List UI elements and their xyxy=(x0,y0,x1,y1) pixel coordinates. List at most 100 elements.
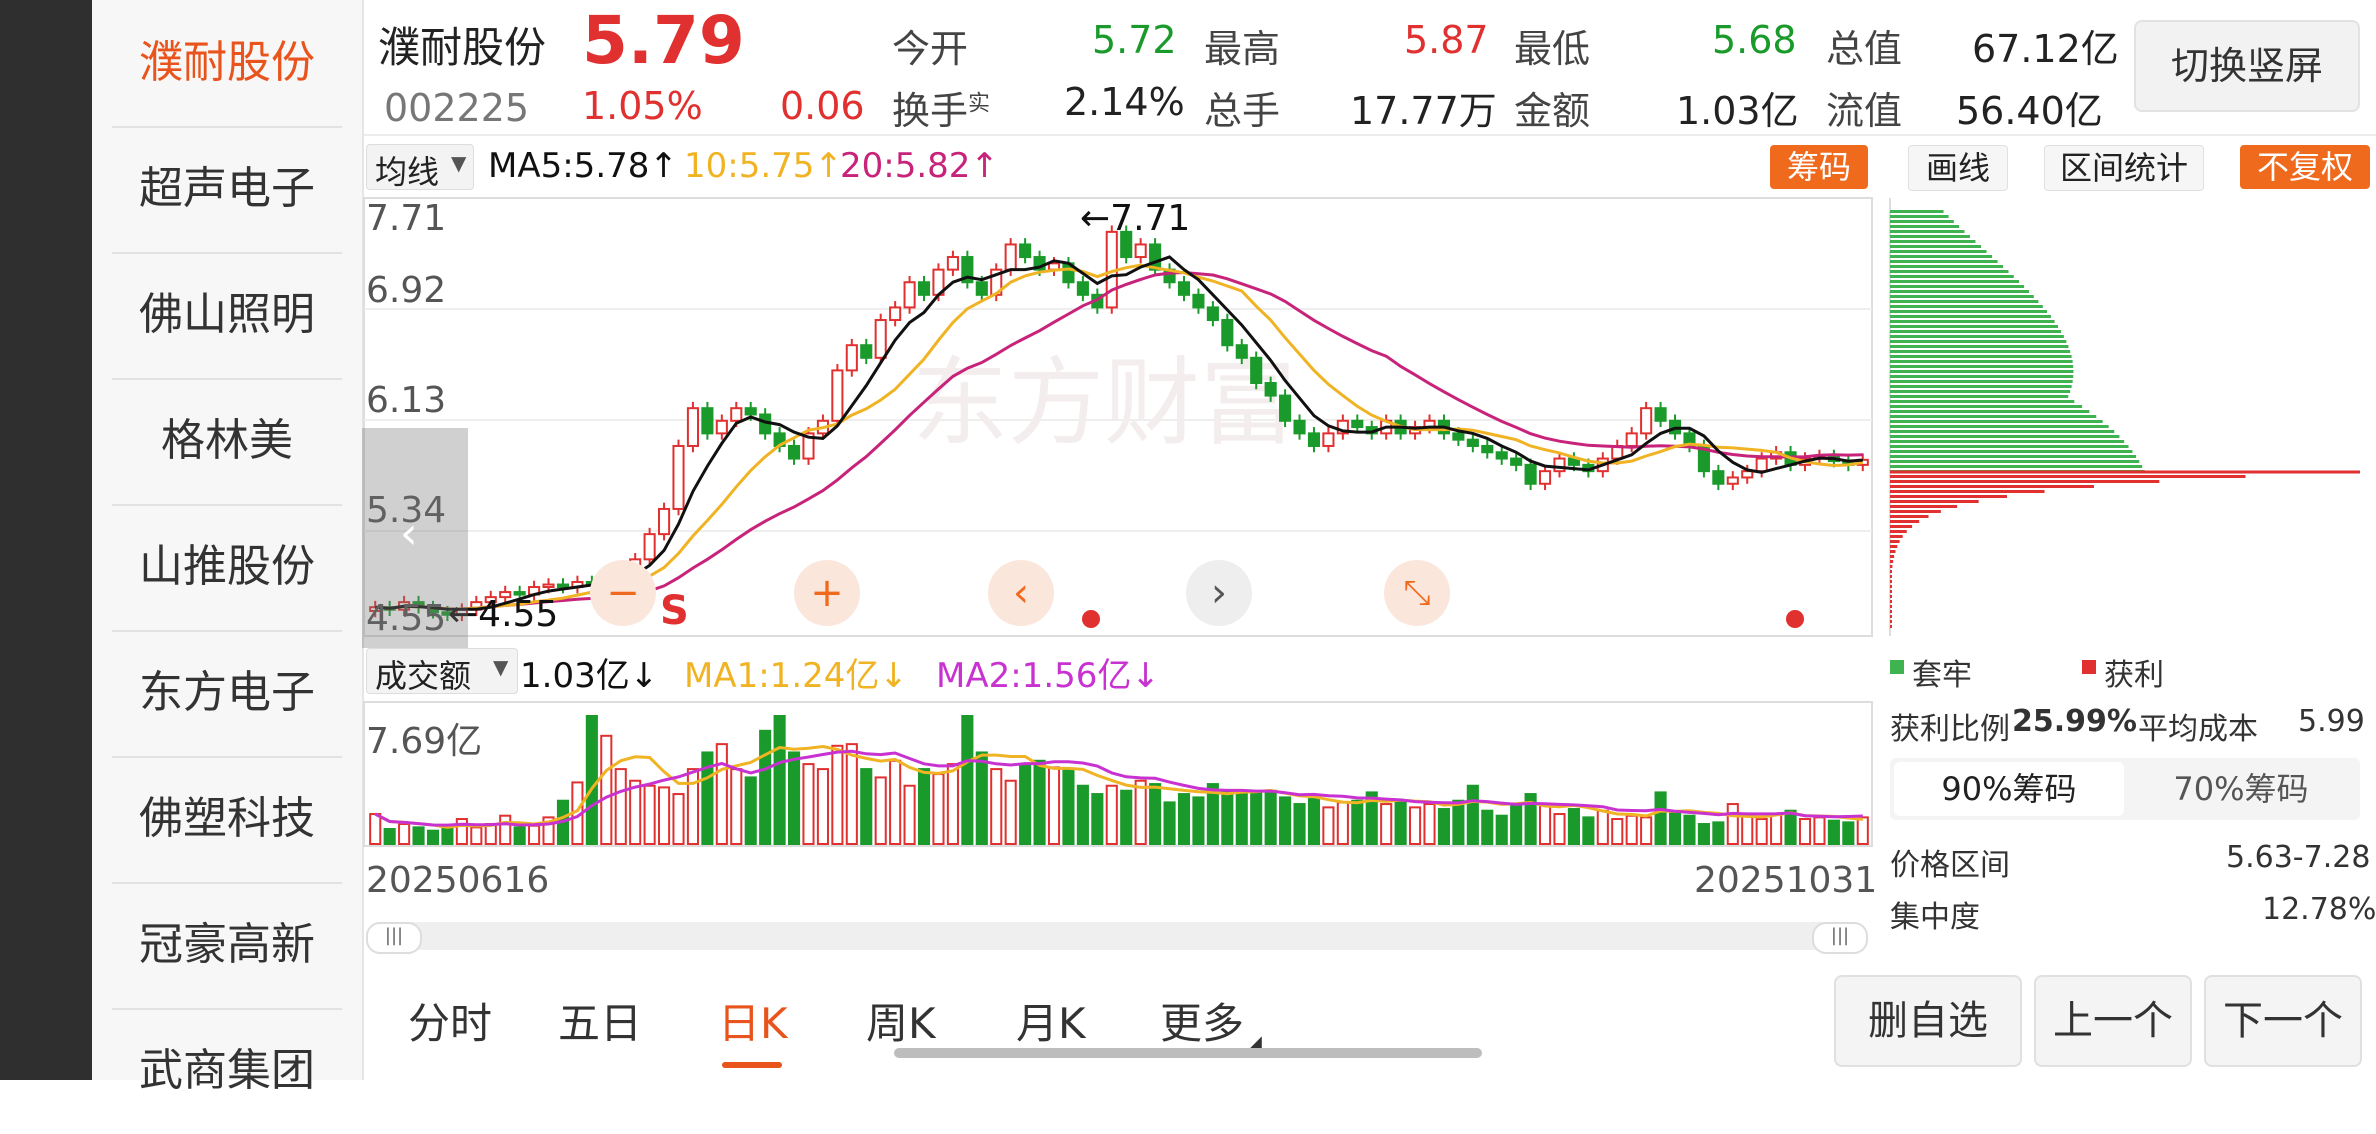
chip-tab-group: 90%筹码 70%筹码 xyxy=(1890,758,2360,820)
candle xyxy=(730,407,743,422)
draw-line-button[interactable]: 画线 xyxy=(1908,145,2008,191)
tab-intraday[interactable]: 分时 xyxy=(408,990,492,1051)
scroll-left-button[interactable]: ‹ xyxy=(988,560,1054,626)
volume-indicator-select[interactable]: 成交额 ▼ xyxy=(366,648,518,695)
chip-bar xyxy=(1890,395,2069,398)
volume-bar xyxy=(1307,798,1321,845)
volume-bar xyxy=(1279,796,1292,845)
candle xyxy=(1177,281,1191,296)
chip-bar xyxy=(1890,250,1987,253)
volume-bar xyxy=(860,768,873,845)
chart-scroll-left-handle[interactable]: ‹ xyxy=(362,428,468,648)
volume-bar xyxy=(1250,791,1263,845)
chip-bar xyxy=(1890,275,2014,278)
chip-bar xyxy=(1890,375,2074,378)
chip-bar xyxy=(1890,435,2120,438)
range-stats-button[interactable]: 区间统计 xyxy=(2044,145,2204,191)
candle xyxy=(1524,463,1537,485)
no-adjust-button[interactable]: 不复权 xyxy=(2240,145,2370,189)
trapped-legend-swatch xyxy=(1890,660,1904,674)
chip-bar xyxy=(1890,450,2133,453)
volume-bar xyxy=(1076,784,1089,845)
candle xyxy=(701,407,714,435)
volume-bar xyxy=(932,773,945,845)
low-label: 最低 xyxy=(1514,27,1591,71)
volume-bar xyxy=(499,814,512,846)
volume-ma1-line xyxy=(374,744,1863,829)
sidebar-item-8[interactable]: 冠豪高新 xyxy=(112,882,342,1010)
chip-bar xyxy=(1890,415,2097,418)
candle xyxy=(845,344,858,372)
chip-bar xyxy=(1890,360,2073,363)
zoom-out-button[interactable]: − xyxy=(590,560,656,626)
chip-tab-70[interactable]: 70%筹码 xyxy=(2126,762,2356,816)
sidebar-item-3[interactable]: 佛山照明 xyxy=(112,252,342,380)
tab-more[interactable]: 更多 xyxy=(1160,990,1244,1051)
stock-change-percent: 1.05% xyxy=(582,84,703,128)
zoom-in-button[interactable]: + xyxy=(794,560,860,626)
previous-button[interactable]: 上一个 xyxy=(2034,975,2192,1067)
chip-bars xyxy=(1890,210,2246,628)
indicator-select[interactable]: 均线 ▼ xyxy=(366,144,474,191)
volume-bar xyxy=(816,768,829,845)
chip-bar xyxy=(1890,585,1892,588)
tab-monthly-k[interactable]: 月K xyxy=(1016,990,1086,1051)
price-range-value: 5.63-7.28 xyxy=(2226,840,2371,875)
chip-bar xyxy=(1890,475,2246,478)
ma2-readout: MA2:1.56亿↓ xyxy=(936,648,1160,697)
chip-bar xyxy=(1890,540,1900,543)
ma1-text: MA1:1.24亿 xyxy=(684,656,880,696)
chip-bar xyxy=(1890,515,1929,518)
chip-button[interactable]: 筹码 xyxy=(1770,145,1868,189)
chip-bar xyxy=(1890,425,2109,428)
max-price-marker: ←7.71 xyxy=(1080,198,1191,239)
candle xyxy=(1076,281,1089,296)
avg-cost-label: 平均成本 xyxy=(2138,712,2258,747)
volume-chart[interactable] xyxy=(362,700,1874,848)
grip-right-icon[interactable]: ||| xyxy=(1812,922,1868,954)
profit-ratio-label: 获利比例 xyxy=(1890,712,2010,747)
candle xyxy=(1279,394,1292,422)
tab-weekly-k[interactable]: 周K xyxy=(866,990,936,1051)
collapse-icon[interactable]: ⤡ xyxy=(1384,560,1450,626)
volume-bar xyxy=(658,786,671,845)
volume-indicator-label: 成交额 xyxy=(375,657,472,695)
sidebar-item-9[interactable]: 武商集团 xyxy=(112,1008,342,1134)
volume-bar xyxy=(600,734,613,845)
kline-chart[interactable]: 东方财富 xyxy=(362,196,1874,638)
switch-portrait-button[interactable]: 切换竖屏 xyxy=(2134,20,2360,112)
avg-cost-value: 5.99 xyxy=(2298,704,2365,739)
volume-bar xyxy=(1654,791,1667,845)
volume-bar xyxy=(1149,783,1162,846)
dropdown-icon: ▼ xyxy=(493,655,509,679)
sidebar-item-1[interactable]: 濮耐股份 xyxy=(112,0,342,128)
chip-bar xyxy=(1890,505,1958,508)
remove-watchlist-button[interactable]: 删自选 xyxy=(1834,975,2022,1067)
sidebar-item-2[interactable]: 超声电子 xyxy=(112,126,342,254)
chip-bar xyxy=(1890,305,2043,308)
tab-five-day[interactable]: 五日 xyxy=(558,990,642,1051)
grip-left-icon[interactable]: ||| xyxy=(366,922,422,954)
time-range-scrollbar[interactable]: ||| ||| xyxy=(366,922,1868,954)
chip-bar xyxy=(1890,245,1981,248)
sidebar-item-6[interactable]: 东方电子 xyxy=(112,630,342,758)
candle xyxy=(1466,438,1479,447)
next-button[interactable]: 下一个 xyxy=(2204,975,2362,1067)
tab-daily-k[interactable]: 日K xyxy=(718,990,788,1051)
sidebar-item-4[interactable]: 格林美 xyxy=(112,378,342,506)
price-range-label: 价格区间 xyxy=(1890,848,2010,883)
candle xyxy=(1192,293,1205,309)
sidebar-item-5[interactable]: 山推股份 xyxy=(112,504,342,632)
chip-bar xyxy=(1890,570,1892,573)
chip-bar xyxy=(1890,575,1892,578)
candle xyxy=(658,507,671,536)
volume-bar xyxy=(1538,803,1552,845)
sidebar-item-7[interactable]: 佛塑科技 xyxy=(112,756,342,884)
candle xyxy=(889,306,902,322)
chip-tab-90[interactable]: 90%筹码 xyxy=(1894,762,2124,816)
date-end: 20251031 xyxy=(1694,860,1878,901)
scroll-right-button[interactable]: › xyxy=(1186,560,1252,626)
chip-bar xyxy=(1890,265,2004,268)
candle xyxy=(1004,243,1017,271)
volume-bar xyxy=(975,751,988,845)
